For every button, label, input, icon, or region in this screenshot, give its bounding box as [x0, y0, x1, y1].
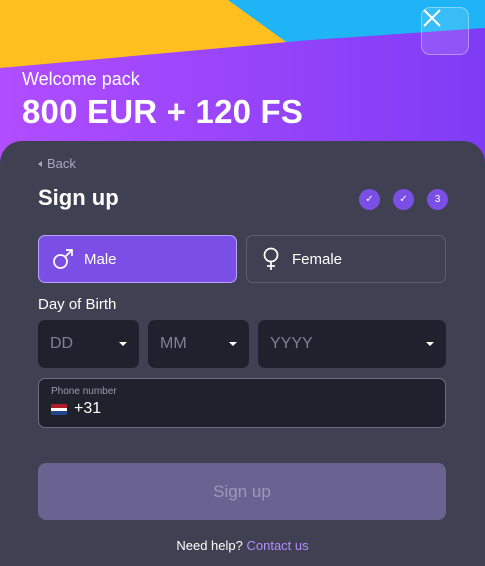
chevron-down-icon — [229, 342, 237, 346]
close-icon — [423, 9, 441, 27]
dob-year-select[interactable]: YYYY — [258, 320, 446, 368]
dob-day-placeholder: DD — [50, 335, 74, 352]
female-symbol-icon — [263, 247, 279, 270]
dob-month-select[interactable]: MM — [148, 320, 249, 368]
dob-year-placeholder: YYYY — [270, 335, 313, 352]
chevron-down-icon — [426, 342, 434, 346]
promo-subtitle: Welcome pack — [22, 69, 140, 89]
signup-panel: Back Sign up ✓ ✓ 3 Male Female Day of Bi… — [0, 141, 485, 566]
dob-month-placeholder: MM — [160, 335, 187, 352]
dob-day-select[interactable]: DD — [38, 320, 139, 368]
step-indicator: ✓ ✓ 3 — [359, 189, 448, 210]
help-text: Need help? Contact us — [0, 538, 485, 553]
back-link[interactable]: Back — [38, 156, 76, 171]
netherlands-flag-icon[interactable] — [51, 404, 67, 415]
male-symbol-icon — [53, 249, 73, 269]
step-2-complete: ✓ — [393, 189, 414, 210]
gender-male-button[interactable]: Male — [38, 235, 237, 283]
contact-us-link[interactable]: Contact us — [246, 538, 308, 553]
close-button[interactable] — [421, 7, 469, 55]
step-3-current: 3 — [427, 189, 448, 210]
back-arrow-icon — [38, 160, 42, 167]
gender-female-button[interactable]: Female — [246, 235, 446, 283]
phone-label: Phone number — [51, 386, 117, 397]
phone-input[interactable]: Phone number +31 — [38, 378, 446, 428]
gender-male-label: Male — [84, 250, 117, 268]
chevron-down-icon — [119, 342, 127, 346]
step-1-complete: ✓ — [359, 189, 380, 210]
dob-label: Day of Birth — [38, 296, 117, 313]
page-title: Sign up — [38, 185, 119, 210]
phone-country-code: +31 — [74, 400, 102, 417]
promo-amount: 800 EUR + 120 FS — [22, 93, 304, 130]
gender-female-label: Female — [292, 250, 343, 268]
help-label: Need help? — [176, 538, 243, 553]
back-label: Back — [47, 156, 76, 171]
signup-submit-button[interactable]: Sign up — [38, 463, 446, 520]
